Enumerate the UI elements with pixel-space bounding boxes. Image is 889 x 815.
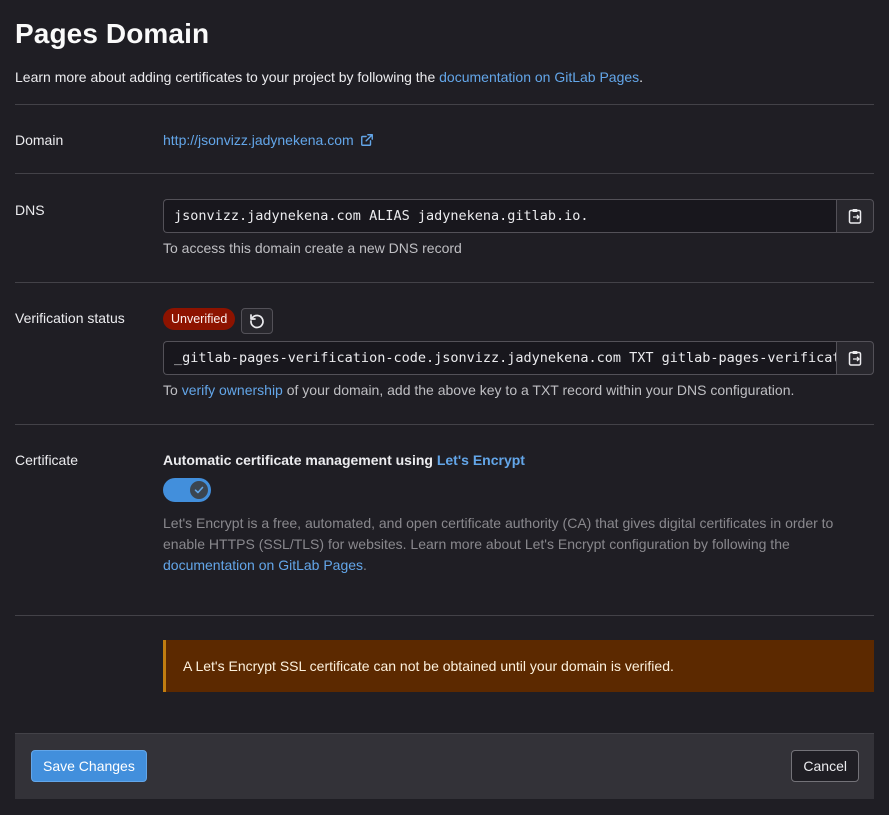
certificate-description: Let's Encrypt is a free, automated, and … bbox=[163, 513, 874, 576]
toggle-knob bbox=[190, 481, 208, 499]
copy-verification-button[interactable] bbox=[836, 341, 874, 375]
divider bbox=[15, 424, 874, 425]
intro-suffix: . bbox=[639, 69, 644, 85]
status-badge: Unverified bbox=[163, 308, 236, 330]
dns-label: DNS bbox=[15, 202, 45, 218]
auto-certificate-toggle[interactable] bbox=[163, 478, 211, 502]
certificate-heading-prefix: Automatic certificate management using bbox=[163, 452, 437, 468]
warning-alert: A Let's Encrypt SSL certificate can not … bbox=[163, 640, 874, 692]
divider bbox=[15, 173, 874, 174]
lets-encrypt-link[interactable]: Let's Encrypt bbox=[437, 452, 525, 468]
verification-help-prefix: To bbox=[163, 382, 182, 398]
docs-link[interactable]: documentation on GitLab Pages bbox=[439, 69, 639, 85]
save-changes-button[interactable]: Save Changes bbox=[31, 750, 147, 782]
verification-record-group: _gitlab-pages-verification-code.jsonvizz… bbox=[163, 341, 874, 375]
certificate-label: Certificate bbox=[15, 452, 79, 468]
verification-record-input[interactable]: _gitlab-pages-verification-code.jsonvizz… bbox=[163, 341, 836, 375]
divider bbox=[15, 104, 874, 105]
alert-text: A Let's Encrypt SSL certificate can not … bbox=[183, 658, 674, 674]
intro-prefix: Learn more about adding certificates to … bbox=[15, 69, 440, 85]
domain-url-link[interactable]: http://jsonvizz.jadynekena.com bbox=[163, 132, 374, 148]
verification-help-suffix: of your domain, add the above key to a T… bbox=[282, 382, 795, 398]
retry-icon bbox=[250, 314, 264, 329]
check-icon bbox=[194, 486, 204, 494]
retry-verification-button[interactable] bbox=[241, 308, 273, 334]
verify-ownership-link[interactable]: verify ownership bbox=[182, 382, 283, 398]
clipboard-icon bbox=[848, 209, 862, 224]
dns-record-group: jsonvizz.jadynekena.com ALIAS jadynekena… bbox=[163, 199, 874, 233]
intro-text: Learn more about adding certificates to … bbox=[15, 69, 643, 85]
domain-url[interactable]: http://jsonvizz.jadynekena.com bbox=[163, 132, 354, 148]
cert-docs-link[interactable]: documentation on GitLab Pages bbox=[163, 557, 363, 573]
verification-help-text: To verify ownership of your domain, add … bbox=[163, 382, 794, 398]
certificate-desc-text: Let's Encrypt is a free, automated, and … bbox=[163, 515, 834, 552]
cancel-button[interactable]: Cancel bbox=[791, 750, 859, 782]
domain-label: Domain bbox=[15, 132, 64, 148]
dns-record-input[interactable]: jsonvizz.jadynekena.com ALIAS jadynekena… bbox=[163, 199, 836, 233]
divider bbox=[15, 282, 874, 283]
page-title: Pages Domain bbox=[15, 18, 210, 49]
verification-label: Verification status bbox=[15, 310, 125, 326]
certificate-heading: Automatic certificate management using L… bbox=[163, 452, 525, 468]
external-link-icon[interactable] bbox=[360, 133, 374, 147]
divider bbox=[15, 615, 874, 616]
form-actions: Save Changes Cancel bbox=[15, 733, 874, 799]
copy-dns-button[interactable] bbox=[836, 199, 874, 233]
clipboard-icon bbox=[848, 351, 862, 366]
dns-help-text: To access this domain create a new DNS r… bbox=[163, 240, 462, 256]
certificate-desc-suffix: . bbox=[363, 557, 367, 573]
